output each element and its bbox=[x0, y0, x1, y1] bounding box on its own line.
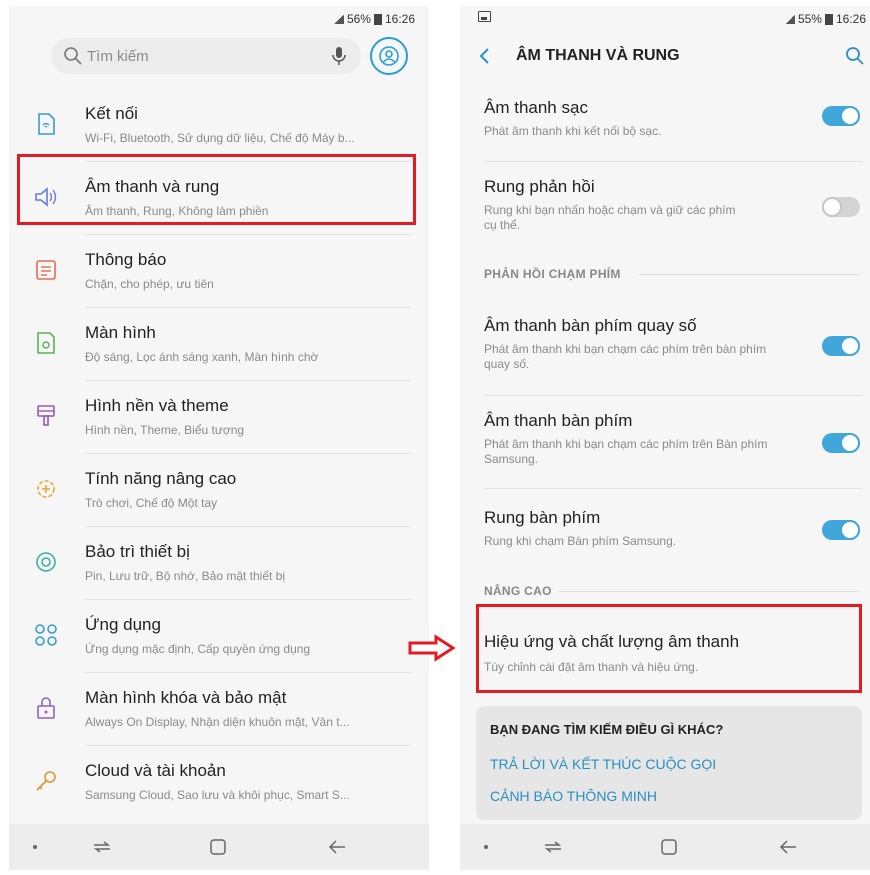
highlight-box bbox=[17, 154, 416, 225]
clock: 16:26 bbox=[384, 12, 415, 26]
image-notification-icon bbox=[478, 11, 491, 22]
setting-keyboard-vibration[interactable]: Rung bàn phím Rung khi chạm Bàn phím Sam… bbox=[460, 490, 870, 570]
settings-item-apps[interactable]: Ứng dụng Ứng dụng mặc định, Cấp quyền ứn… bbox=[9, 600, 429, 673]
item-subtitle: Phát âm thanh khi bạn chạm các phím trên… bbox=[484, 437, 768, 466]
search-input[interactable]: Tìm kiếm bbox=[87, 48, 331, 65]
recent-apps-icon[interactable] bbox=[91, 836, 113, 858]
item-subtitle: Pin, Lưu trữ, Bộ nhớ, Bảo mật thiết bị bbox=[85, 569, 286, 583]
suggestion-link-answer-end-call[interactable]: TRẢ LỜI VÀ KẾT THÚC CUỘC GỌI bbox=[490, 756, 716, 772]
section-header-advanced: NÂNG CAO bbox=[484, 584, 864, 598]
back-arrow-icon[interactable] bbox=[474, 45, 496, 67]
item-title: Âm thanh sạc bbox=[484, 98, 588, 117]
maintenance-icon bbox=[36, 552, 56, 572]
item-subtitle: Phát âm thanh khi bạn chạm các phím trên… bbox=[484, 342, 767, 371]
item-subtitle: Rung khi chạm Bàn phím Samsung. bbox=[484, 534, 677, 548]
item-title: Tính năng nâng cao bbox=[85, 469, 237, 488]
recent-apps-icon[interactable] bbox=[542, 836, 564, 858]
back-icon[interactable] bbox=[778, 836, 800, 858]
suggestion-link-smart-alert[interactable]: CẢNH BÁO THÔNG MINH bbox=[490, 788, 657, 804]
item-title: Cloud và tài khoản bbox=[85, 761, 226, 780]
setting-haptic-feedback[interactable]: Rung phản hồi Rung khi bạn nhấn hoặc chạ… bbox=[460, 163, 870, 251]
home-icon[interactable] bbox=[658, 836, 680, 858]
navigation-bar bbox=[460, 824, 870, 870]
settings-item-wallpaper[interactable]: Hình nền và theme Hình nền, Theme, Biểu … bbox=[9, 381, 429, 454]
battery-icon bbox=[373, 13, 382, 25]
suggestion-card: BẠN ĐANG TÌM KIẾM ĐIỀU GÌ KHÁC? TRẢ LỜI … bbox=[476, 706, 862, 820]
apps-icon bbox=[35, 624, 57, 646]
item-title: Thông báo bbox=[85, 250, 167, 269]
lock-icon bbox=[37, 697, 55, 719]
item-title: Hình nền và theme bbox=[85, 396, 229, 415]
search-bar[interactable]: Tìm kiếm bbox=[51, 38, 361, 74]
account-icon bbox=[379, 46, 399, 66]
page-title: ÂM THANH VÀ RUNG bbox=[516, 47, 680, 64]
settings-item-notifications[interactable]: Thông báo Chặn, cho phép, ưu tiên bbox=[9, 235, 429, 308]
battery-percent: 56% bbox=[346, 12, 371, 26]
charging-sound-toggle[interactable] bbox=[822, 106, 860, 126]
settings-item-cloud[interactable]: Cloud và tài khoản Samsung Cloud, Sao lư… bbox=[9, 746, 429, 819]
notification-icon bbox=[36, 260, 56, 280]
signal-icon bbox=[333, 14, 344, 24]
signal-icon bbox=[784, 14, 795, 24]
item-subtitle: Wi-Fi, Bluetooth, Sử dụng dữ liệu, Chế đ… bbox=[85, 131, 355, 145]
app-header: ÂM THANH VÀ RUNG bbox=[460, 42, 870, 80]
status-bar: 55% 16:26 bbox=[460, 6, 870, 32]
section-header-keyboard: PHẢN HỒI CHẠM PHÍM bbox=[484, 267, 864, 281]
microphone-icon[interactable] bbox=[331, 46, 347, 66]
item-title: Kết nối bbox=[85, 104, 138, 123]
item-subtitle: Rung khi bạn nhấn hoặc chạm và giữ các p… bbox=[484, 203, 736, 232]
dot-icon bbox=[484, 845, 488, 849]
display-icon bbox=[37, 332, 55, 354]
search-icon[interactable] bbox=[844, 45, 866, 67]
settings-item-display[interactable]: Màn hình Độ sáng, Lọc ánh sáng xanh, Màn… bbox=[9, 308, 429, 381]
connection-icon bbox=[38, 113, 55, 135]
keyboard-sound-toggle[interactable] bbox=[822, 433, 860, 453]
search-icon bbox=[64, 47, 82, 65]
item-subtitle: Trò chơi, Chế độ Một tay bbox=[85, 496, 218, 510]
profile-button[interactable] bbox=[370, 37, 408, 75]
item-subtitle: Ứng dụng mặc định, Cấp quyền ứng dụng bbox=[85, 642, 311, 656]
item-subtitle: Hình nền, Theme, Biểu tượng bbox=[85, 423, 245, 437]
settings-item-advanced[interactable]: Tính năng nâng cao Trò chơi, Chế độ Một … bbox=[9, 454, 429, 527]
status-bar: 56% 16:26 bbox=[9, 6, 429, 32]
suggestion-question: BẠN ĐANG TÌM KIẾM ĐIỀU GÌ KHÁC? bbox=[490, 722, 724, 737]
battery-icon bbox=[824, 13, 833, 25]
dialpad-sound-toggle[interactable] bbox=[822, 336, 860, 356]
settings-screen: 56% 16:26 Tìm kiếm Kết nối Wi-Fi, Blueto… bbox=[9, 6, 429, 870]
setting-dialpad-sound[interactable]: Âm thanh bàn phím quay số Phát âm thanh … bbox=[460, 306, 870, 396]
navigation-bar bbox=[9, 824, 429, 870]
setting-charging-sound[interactable]: Âm thanh sạc Phát âm thanh khi kết nối b… bbox=[460, 92, 870, 162]
back-icon[interactable] bbox=[327, 836, 349, 858]
item-title: Màn hình bbox=[85, 323, 156, 342]
item-title: Ứng dụng bbox=[85, 615, 161, 634]
haptic-feedback-toggle[interactable] bbox=[822, 197, 860, 217]
item-title: Âm thanh bàn phím bbox=[484, 411, 633, 430]
settings-item-lockscreen[interactable]: Màn hình khóa và bảo mật Always On Displ… bbox=[9, 673, 429, 746]
sound-settings-screen: 55% 16:26 ÂM THANH VÀ RUNG Âm thanh sạc … bbox=[460, 6, 870, 870]
dot-icon bbox=[33, 845, 37, 849]
settings-item-maintenance[interactable]: Bảo trì thiết bị Pin, Lưu trữ, Bộ nhớ, B… bbox=[9, 527, 429, 600]
home-icon[interactable] bbox=[207, 836, 229, 858]
item-subtitle: Samsung Cloud, Sao lưu và khôi phục, Sma… bbox=[85, 788, 350, 802]
key-icon bbox=[36, 771, 56, 791]
brush-icon bbox=[37, 405, 55, 426]
item-subtitle: Phát âm thanh khi kết nối bộ sạc. bbox=[484, 124, 662, 138]
arrow-right-icon bbox=[408, 634, 456, 662]
item-title: Rung phản hồi bbox=[484, 177, 595, 196]
item-title: Màn hình khóa và bảo mật bbox=[85, 688, 287, 707]
highlight-box bbox=[476, 604, 862, 693]
item-title: Rung bàn phím bbox=[484, 508, 601, 527]
item-title: Bảo trì thiết bị bbox=[85, 542, 190, 561]
item-title: Âm thanh bàn phím quay số bbox=[484, 316, 697, 335]
gear-plus-icon bbox=[37, 480, 55, 498]
settings-item-connections[interactable]: Kết nối Wi-Fi, Bluetooth, Sử dụng dữ liệ… bbox=[9, 89, 429, 162]
item-subtitle: Chặn, cho phép, ưu tiên bbox=[85, 277, 214, 291]
setting-keyboard-sound[interactable]: Âm thanh bàn phím Phát âm thanh khi bạn … bbox=[460, 397, 870, 489]
battery-percent: 55% bbox=[797, 12, 822, 26]
clock: 16:26 bbox=[835, 12, 866, 26]
keyboard-vibration-toggle[interactable] bbox=[822, 520, 860, 540]
item-subtitle: Always On Display, Nhận diện khuôn mặt, … bbox=[85, 715, 350, 729]
item-subtitle: Độ sáng, Lọc ánh sáng xanh, Màn hình chờ bbox=[85, 350, 319, 364]
